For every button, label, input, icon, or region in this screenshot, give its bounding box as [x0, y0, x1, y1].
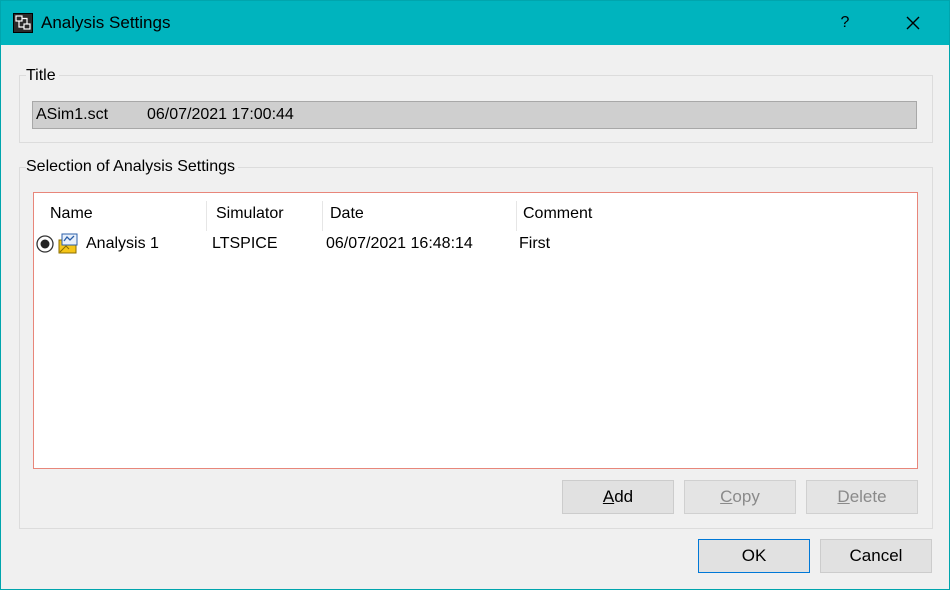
add-button-label: dd	[614, 487, 634, 506]
copy-button-label: opy	[732, 487, 760, 506]
analysis-list[interactable]: Name Simulator Date Comment Analysis 1 L…	[33, 192, 918, 469]
selection-group-label: Selection of Analysis Settings	[26, 158, 239, 176]
column-header-comment[interactable]: Comment	[517, 201, 907, 233]
schematic-app-icon	[13, 13, 33, 33]
column-header-name[interactable]: Name	[44, 201, 214, 233]
delete-button-label: elete	[849, 487, 887, 506]
row-simulator: LTSPICE	[212, 235, 278, 252]
cancel-button[interactable]: Cancel	[820, 539, 932, 573]
title-bar: Analysis Settings ?	[1, 1, 949, 45]
row-name: Analysis 1	[86, 235, 159, 252]
title-group-label: Title	[26, 67, 59, 85]
delete-button[interactable]: Delete	[806, 480, 918, 514]
window-title: Analysis Settings	[41, 13, 171, 32]
delete-button-mnemonic: D	[837, 487, 850, 506]
help-button[interactable]: ?	[827, 5, 863, 41]
title-field: ASim1.sct 06/07/2021 17:00:44	[32, 101, 917, 129]
column-header-simulator[interactable]: Simulator	[210, 201, 322, 233]
analysis-icon	[58, 233, 79, 259]
copy-button[interactable]: Copy	[684, 480, 796, 514]
column-header-date[interactable]: Date	[324, 201, 516, 233]
close-icon	[906, 14, 920, 31]
row-radio-button[interactable]	[36, 235, 54, 258]
copy-button-mnemonic: C	[720, 487, 733, 506]
column-divider[interactable]	[206, 201, 207, 231]
add-button-mnemonic: A	[602, 487, 615, 506]
column-divider[interactable]	[322, 201, 323, 231]
row-comment: First	[519, 235, 551, 252]
table-row[interactable]: Analysis 1 LTSPICE 06/07/2021 16:48:14 F…	[34, 231, 917, 259]
ok-button[interactable]: OK	[698, 539, 810, 573]
add-button[interactable]: Add	[562, 480, 674, 514]
title-datetime: 06/07/2021 17:00:44	[147, 106, 294, 123]
analysis-settings-dialog: Analysis Settings ? Title ASim1.sct 06/07…	[0, 0, 950, 590]
title-file-name: ASim1.sct	[36, 106, 109, 123]
row-date: 06/07/2021 16:48:14	[326, 235, 473, 252]
close-button[interactable]	[891, 5, 935, 41]
